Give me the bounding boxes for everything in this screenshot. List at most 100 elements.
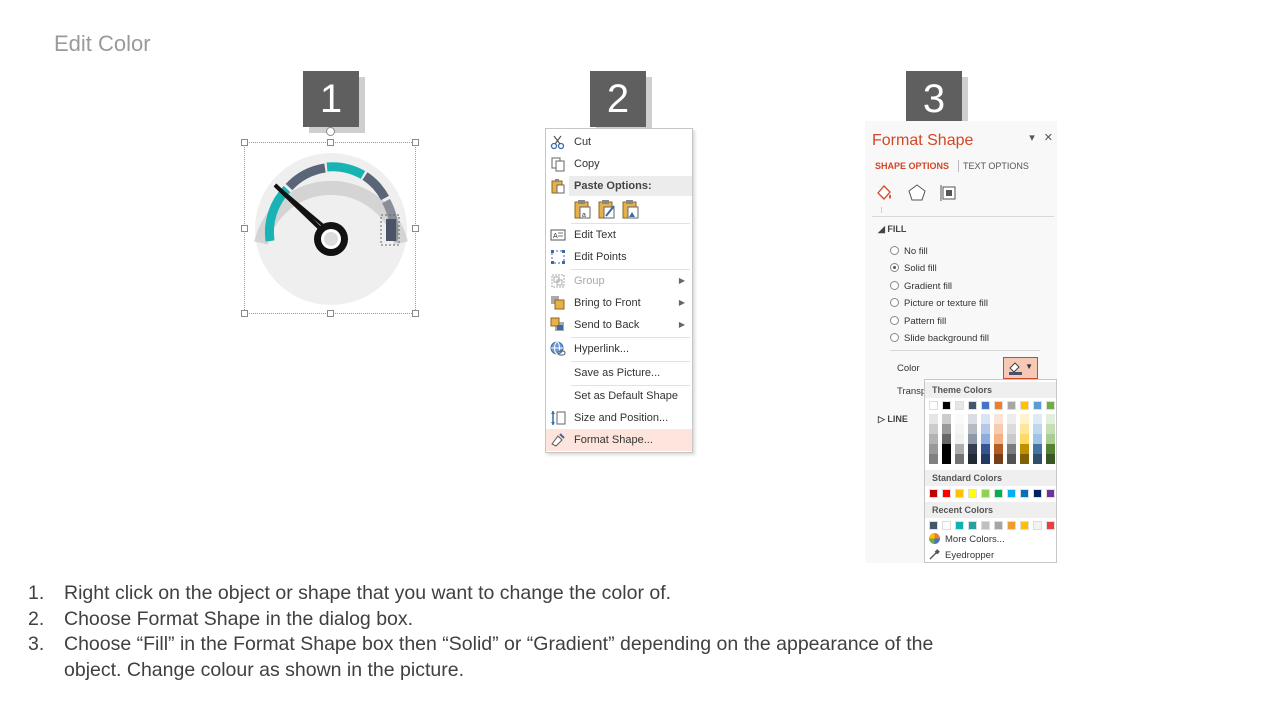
recent-color-swatch[interactable] [1020, 521, 1029, 530]
resize-handle-b[interactable] [327, 310, 334, 317]
theme-shade-swatch[interactable] [929, 454, 938, 464]
theme-color-swatch[interactable] [942, 401, 951, 410]
theme-shade-swatch[interactable] [1033, 454, 1042, 464]
theme-color-swatch[interactable] [929, 401, 938, 410]
recent-color-swatch[interactable] [981, 521, 990, 530]
rotate-handle[interactable] [326, 127, 335, 136]
size-properties-icon[interactable] [939, 183, 959, 203]
theme-shade-swatch[interactable] [1046, 454, 1055, 464]
theme-shade-swatch[interactable] [1007, 414, 1016, 424]
recent-color-swatch[interactable] [955, 521, 964, 530]
menu-item-hyperlink[interactable]: Hyperlink... [546, 338, 692, 360]
theme-shade-swatch[interactable] [929, 414, 938, 424]
pane-options-dropdown-icon[interactable]: ▾ [1029, 132, 1035, 144]
menu-item-copy[interactable]: Copy [546, 153, 692, 175]
fill-section-header[interactable]: ◢ FILL [878, 224, 906, 235]
theme-color-swatch[interactable] [1020, 401, 1029, 410]
theme-shade-swatch[interactable] [942, 444, 951, 454]
theme-color-swatch[interactable] [981, 401, 990, 410]
theme-shade-swatch[interactable] [1007, 454, 1016, 464]
theme-shade-swatch[interactable] [968, 444, 977, 454]
theme-shade-swatch[interactable] [1046, 414, 1055, 424]
theme-shade-swatch[interactable] [942, 454, 951, 464]
theme-color-swatch[interactable] [1033, 401, 1042, 410]
menu-item-cut[interactable]: Cut [546, 131, 692, 153]
standard-color-swatch[interactable] [1020, 489, 1029, 498]
theme-shade-swatch[interactable] [929, 424, 938, 434]
standard-color-swatch[interactable] [942, 489, 951, 498]
theme-color-swatch[interactable] [968, 401, 977, 410]
radio-button[interactable] [890, 316, 899, 325]
standard-color-swatch[interactable] [1033, 489, 1042, 498]
radio-pattern-fill[interactable]: Pattern fill [890, 315, 946, 329]
menu-item-send-to-back[interactable]: Send to Back ▶ [546, 314, 692, 336]
tab-text-options[interactable]: TEXT OPTIONS [963, 161, 1029, 171]
radio-button-selected[interactable] [890, 263, 899, 272]
theme-shade-swatch[interactable] [968, 414, 977, 424]
theme-shade-swatch[interactable] [1020, 414, 1029, 424]
theme-color-swatch[interactable] [955, 401, 964, 410]
theme-shade-swatch[interactable] [1020, 454, 1029, 464]
theme-shade-swatch[interactable] [968, 434, 977, 444]
radio-slide-background-fill[interactable]: Slide background fill [890, 332, 989, 346]
resize-handle-br[interactable] [412, 310, 419, 317]
theme-shade-swatch[interactable] [981, 414, 990, 424]
menu-item-bring-to-front[interactable]: Bring to Front ▶ [546, 292, 692, 314]
recent-color-swatch[interactable] [1033, 521, 1042, 530]
theme-shade-swatch[interactable] [994, 434, 1003, 444]
resize-handle-r[interactable] [412, 225, 419, 232]
resize-handle-bl[interactable] [241, 310, 248, 317]
tab-shape-options[interactable]: SHAPE OPTIONS [875, 161, 949, 171]
theme-shade-swatch[interactable] [994, 414, 1003, 424]
theme-shade-swatch[interactable] [942, 414, 951, 424]
theme-shade-swatch[interactable] [981, 444, 990, 454]
theme-shade-swatch[interactable] [955, 454, 964, 464]
theme-shade-swatch[interactable] [1033, 414, 1042, 424]
standard-color-swatch[interactable] [981, 489, 990, 498]
recent-color-swatch[interactable] [1046, 521, 1055, 530]
radio-button[interactable] [890, 298, 899, 307]
standard-color-swatch[interactable] [955, 489, 964, 498]
theme-shade-swatch[interactable] [968, 424, 977, 434]
theme-shade-swatch[interactable] [929, 444, 938, 454]
recent-color-swatch[interactable] [968, 521, 977, 530]
theme-shade-swatch[interactable] [955, 434, 964, 444]
standard-color-swatch[interactable] [994, 489, 1003, 498]
theme-shade-swatch[interactable] [955, 444, 964, 454]
menu-item-size-position[interactable]: Size and Position... [546, 407, 692, 429]
more-colors-item[interactable]: More Colors... [929, 533, 1005, 547]
resize-handle-l[interactable] [241, 225, 248, 232]
theme-shade-swatch[interactable] [1046, 434, 1055, 444]
menu-item-format-shape[interactable]: Format Shape... [546, 429, 692, 451]
recent-color-swatch[interactable] [994, 521, 1003, 530]
selected-gauge-shape[interactable] [241, 127, 419, 317]
color-picker-button[interactable]: ▼ [1003, 357, 1038, 379]
theme-shade-swatch[interactable] [1020, 424, 1029, 434]
theme-color-swatch[interactable] [1007, 401, 1016, 410]
theme-shade-swatch[interactable] [929, 434, 938, 444]
theme-shade-swatch[interactable] [1046, 424, 1055, 434]
theme-shade-swatch[interactable] [942, 424, 951, 434]
line-section-header[interactable]: ▷ LINE [878, 414, 908, 425]
resize-handle-tr[interactable] [412, 139, 419, 146]
radio-button[interactable] [890, 246, 899, 255]
menu-item-save-as-picture[interactable]: Save as Picture... [546, 362, 692, 384]
theme-shade-swatch[interactable] [981, 434, 990, 444]
theme-shade-swatch[interactable] [1033, 444, 1042, 454]
resize-handle-tl[interactable] [241, 139, 248, 146]
radio-picture-fill[interactable]: Picture or texture fill [890, 297, 988, 311]
theme-shade-swatch[interactable] [1007, 444, 1016, 454]
fill-line-icon[interactable] [875, 183, 895, 203]
standard-color-swatch[interactable] [1046, 489, 1055, 498]
eyedropper-item[interactable]: Eyedropper [929, 549, 994, 562]
recent-color-swatch[interactable] [942, 521, 951, 530]
recent-color-swatch[interactable] [929, 521, 938, 530]
effects-pentagon-icon[interactable] [907, 183, 927, 203]
theme-shade-swatch[interactable] [955, 424, 964, 434]
theme-shade-swatch[interactable] [942, 434, 951, 444]
theme-shade-swatch[interactable] [1007, 424, 1016, 434]
resize-handle-t[interactable] [327, 139, 334, 146]
theme-shade-swatch[interactable] [1046, 444, 1055, 454]
paste-picture-icon[interactable] [622, 198, 640, 220]
radio-button[interactable] [890, 333, 899, 342]
